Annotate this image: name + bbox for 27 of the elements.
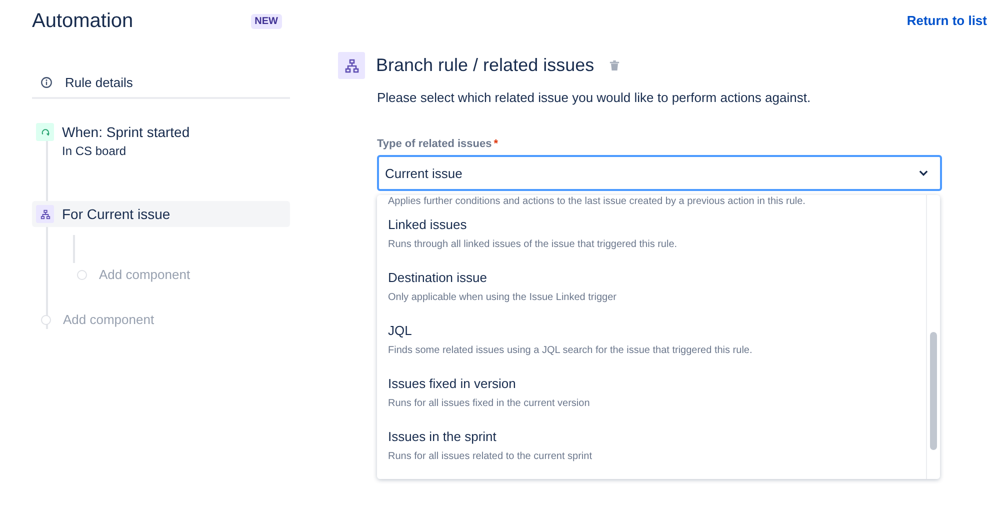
dropdown-option[interactable]: Destination issue Only applicable when using the Issue Linked trigger: [377, 261, 926, 314]
trash-icon[interactable]: [609, 60, 620, 71]
component-item[interactable]: When: Sprint started In CS board: [32, 119, 290, 162]
dropdown-option[interactable]: Applies further conditions and actions to the last issue created by a previous action in this rule.: [377, 195, 926, 208]
component-item[interactable]: For Current issue: [32, 201, 290, 227]
rule-details-item[interactable]: Rule details: [32, 42, 290, 99]
page-title: Automation: [32, 10, 134, 32]
component-subtitle: In CS board: [62, 144, 128, 158]
new-badge: NEW: [250, 14, 282, 28]
branch-icon: [338, 52, 365, 79]
chevron-down-icon: [919, 170, 928, 176]
dropdown-option[interactable]: Linked issues Runs through all linked issues of the issue that triggered this rule.: [377, 208, 926, 261]
select-field[interactable]: Current issue: [377, 155, 942, 191]
dropdown-option[interactable]: Issues fixed in version Runs for all issues fixed in the current version: [377, 367, 926, 420]
scrollbar-thumb[interactable]: [930, 332, 937, 450]
component-title: When: Sprint started: [62, 123, 190, 141]
component-title: For Current issue: [62, 205, 170, 223]
field-label: Type of related issues *: [377, 138, 500, 150]
dropdown-option[interactable]: Issues in the sprint Runs for all issues related to the current sprint: [377, 420, 926, 473]
return-to-list-link[interactable]: Return to list: [906, 13, 987, 38]
cycle-icon: [36, 123, 54, 141]
circle-icon: [77, 270, 87, 280]
dropdown-option[interactable]: JQL Finds some related issues using a JQL search for the issue that triggered this rule.: [377, 314, 926, 367]
panel-title: Branch rule / related issues: [376, 55, 594, 76]
description-text: Please select which related issue you would like to perform actions against.: [377, 90, 812, 105]
branch-icon: [36, 205, 54, 223]
info-icon: [40, 76, 53, 88]
